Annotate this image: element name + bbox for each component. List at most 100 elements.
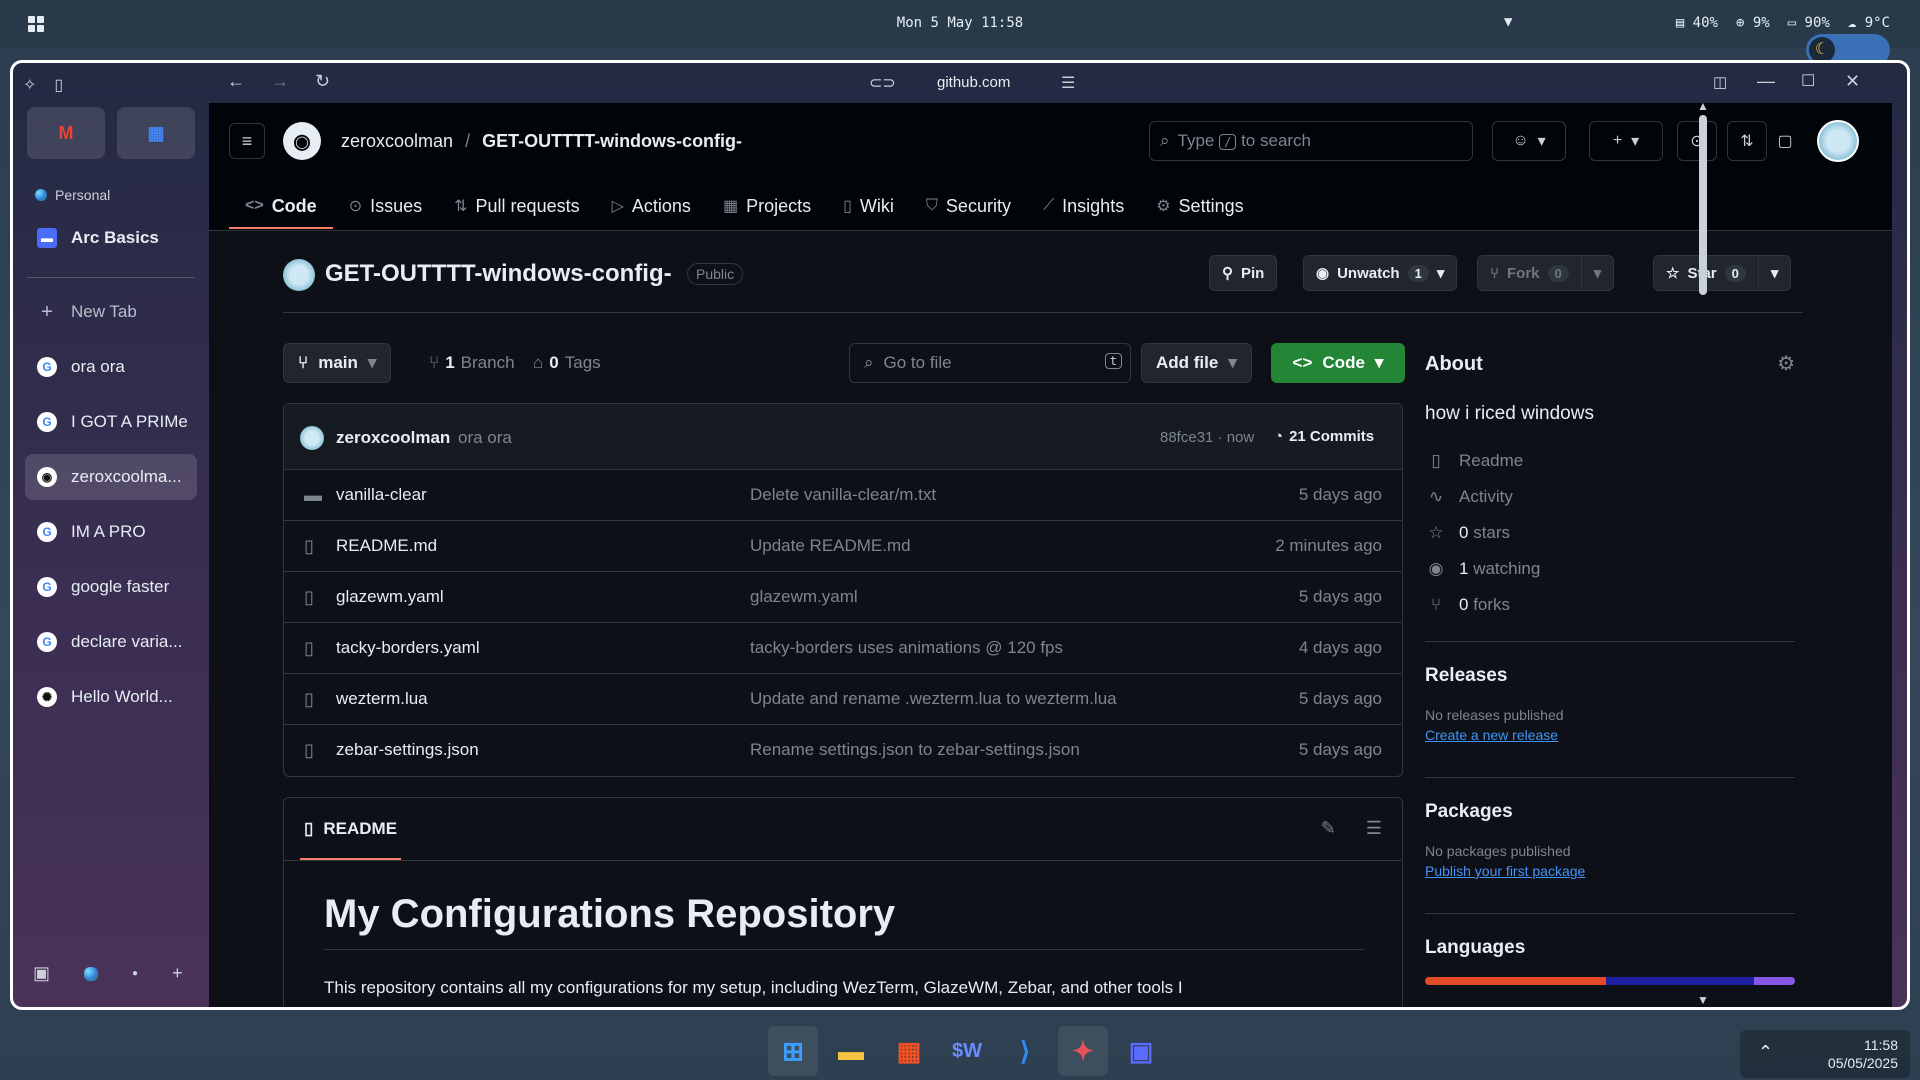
- unwatch-button[interactable]: ◉ Unwatch 1 ▾: [1303, 255, 1458, 291]
- table-row[interactable]: ▯ zebar-settings.json Rename settings.js…: [284, 725, 1402, 776]
- tab-settings[interactable]: ⚙ Settings: [1140, 183, 1259, 229]
- fork-button[interactable]: ⑂ Fork 0 ▾: [1477, 255, 1615, 291]
- gear-icon[interactable]: ⚙: [1777, 351, 1795, 376]
- file-name[interactable]: glazewm.yaml: [336, 587, 444, 607]
- url-bar[interactable]: github.com: [937, 74, 1010, 91]
- close-icon[interactable]: ✕: [1845, 71, 1860, 92]
- branch-selector[interactable]: ⑂ main ▾: [283, 343, 392, 383]
- add-file-button[interactable]: Add file ▾: [1141, 343, 1252, 383]
- github-logo-icon[interactable]: ◉: [283, 122, 321, 160]
- space-label[interactable]: Personal: [35, 187, 110, 203]
- publish-package-link[interactable]: Publish your first package: [1425, 863, 1585, 879]
- branches-link[interactable]: ⑂ 1 Branch: [429, 353, 515, 373]
- releases-heading[interactable]: Releases: [1425, 665, 1507, 687]
- arc-browser-app[interactable]: ✦: [1058, 1026, 1108, 1076]
- sidebar-tab-ora-ora[interactable]: G ora ora: [25, 344, 197, 390]
- go-to-file-input[interactable]: ⌕ Go to file t: [849, 343, 1131, 383]
- pin-button[interactable]: ⚲ Pin: [1209, 255, 1278, 291]
- user-avatar[interactable]: [1817, 120, 1859, 162]
- file-name[interactable]: vanilla-clear: [336, 485, 427, 505]
- file-commit-message[interactable]: Delete vanilla-clear/m.txt: [750, 485, 936, 505]
- sidebar-tab-declare-variable[interactable]: G declare varia...: [25, 619, 197, 665]
- copy-link-icon[interactable]: ⊂⊃: [869, 73, 896, 93]
- file-name[interactable]: zebar-settings.json: [336, 740, 479, 760]
- pull-requests-button[interactable]: ⇅: [1727, 121, 1767, 161]
- forward-icon[interactable]: →: [271, 71, 289, 92]
- maximize-icon[interactable]: ☐: [1801, 71, 1815, 91]
- search-input[interactable]: ⌕ Type / to search: [1149, 121, 1473, 161]
- table-row[interactable]: ▯ glazewm.yaml glazewm.yaml 5 days ago: [284, 572, 1402, 623]
- scroll-up-icon[interactable]: ▲: [1697, 99, 1709, 113]
- sidebar-tab-google-faster[interactable]: G google faster: [25, 564, 197, 610]
- table-row[interactable]: ▬ vanilla-clear Delete vanilla-clear/m.t…: [284, 470, 1402, 521]
- forks-link[interactable]: ⑂ 0 forks: [1425, 595, 1510, 615]
- tab-projects[interactable]: ▦ Projects: [707, 183, 827, 229]
- inbox-button[interactable]: ▢: [1765, 121, 1805, 161]
- tab-pull-requests[interactable]: ⇅ Pull requests: [438, 183, 595, 229]
- commits-link[interactable]: ◔ 21 Commits: [1274, 428, 1374, 445]
- space-dot-icon[interactable]: ●: [132, 968, 138, 979]
- tab-insights[interactable]: ⟋ Insights: [1027, 183, 1140, 229]
- commit-author[interactable]: zeroxcoolman: [336, 428, 450, 448]
- file-commit-message[interactable]: tacky-borders uses animations @ 120 fps: [750, 638, 1063, 658]
- scroll-down-icon[interactable]: ▼: [1697, 993, 1709, 1007]
- wifi-icon[interactable]: ▼: [1504, 14, 1512, 30]
- table-row[interactable]: ▯ wezterm.lua Update and rename .wezterm…: [284, 674, 1402, 725]
- arc-logo-icon[interactable]: ✧: [23, 75, 36, 95]
- file-name[interactable]: README.md: [336, 536, 437, 556]
- packages-heading[interactable]: Packages: [1425, 801, 1513, 823]
- copilot-button[interactable]: ☺ ▾: [1492, 121, 1566, 161]
- add-space-icon[interactable]: +: [172, 963, 183, 984]
- pinned-folder-arc-basics[interactable]: ▬ Arc Basics: [25, 215, 197, 261]
- create-new-button[interactable]: + ▾: [1589, 121, 1663, 161]
- tab-wiki[interactable]: ▯ Wiki: [827, 183, 910, 229]
- scrollbar-thumb[interactable]: [1699, 115, 1707, 295]
- file-commit-message[interactable]: glazewm.yaml: [750, 587, 858, 607]
- file-commit-message[interactable]: Update and rename .wezterm.lua to wezter…: [750, 689, 1117, 709]
- menu-button[interactable]: ≡: [229, 123, 265, 159]
- breadcrumb-repo[interactable]: GET-OUTTTT-windows-config-: [482, 131, 742, 152]
- outline-icon[interactable]: ☰: [1366, 818, 1382, 839]
- create-release-link[interactable]: Create a new release: [1425, 727, 1558, 743]
- readme-link[interactable]: ▯ Readme: [1425, 451, 1523, 471]
- sidebar-toggle-icon[interactable]: ▯: [54, 75, 63, 95]
- table-row[interactable]: ▯ tacky-borders.yaml tacky-borders uses …: [284, 623, 1402, 674]
- tab-code[interactable]: <> Code: [229, 183, 333, 229]
- split-view-icon[interactable]: ◫: [1713, 73, 1727, 91]
- wallpaper-app[interactable]: $W: [942, 1026, 992, 1076]
- site-controls-icon[interactable]: ☰: [1061, 73, 1075, 93]
- tray-expand-icon[interactable]: ⌃: [1758, 1042, 1773, 1063]
- table-row[interactable]: ▯ README.md Update README.md 2 minutes a…: [284, 521, 1402, 572]
- space-switcher-icon[interactable]: [84, 966, 99, 981]
- code-button[interactable]: <> Code ▾: [1271, 343, 1405, 383]
- file-explorer-app[interactable]: ▬: [826, 1026, 876, 1076]
- vscode-app[interactable]: ⟩: [1000, 1026, 1050, 1076]
- store-app[interactable]: ▦: [884, 1026, 934, 1076]
- page-scrollbar[interactable]: ▲ ▼: [1696, 99, 1710, 1007]
- activity-link[interactable]: ∿ Activity: [1425, 487, 1513, 507]
- file-name[interactable]: wezterm.lua: [336, 689, 428, 709]
- breadcrumb-owner[interactable]: zeroxcoolman: [341, 131, 453, 152]
- readme-tab[interactable]: ▯ README: [300, 798, 402, 860]
- repo-title[interactable]: GET-OUTTTT-windows-config-: [325, 260, 672, 288]
- calendar-favorite[interactable]: ▦: [117, 107, 195, 159]
- tab-actions[interactable]: ▷ Actions: [596, 183, 707, 229]
- edit-icon[interactable]: ✎: [1321, 818, 1336, 839]
- tab-issues[interactable]: ⊙ Issues: [333, 183, 438, 229]
- file-commit-message[interactable]: Update README.md: [750, 536, 911, 556]
- gmail-favorite[interactable]: M: [27, 107, 105, 159]
- reload-icon[interactable]: ↻: [315, 71, 330, 92]
- watching-link[interactable]: ◉ 1 watching: [1425, 559, 1541, 579]
- commit-hash[interactable]: 88fce31 · now: [1160, 429, 1254, 446]
- sidebar-tab-im-a-pro[interactable]: G IM A PRO: [25, 509, 197, 555]
- extra-app[interactable]: ▣: [1116, 1026, 1166, 1076]
- sidebar-tab-hello-world[interactable]: ✺ Hello World...: [25, 674, 197, 720]
- star-button[interactable]: ☆Star0 ▾: [1653, 255, 1792, 291]
- tray-clock[interactable]: 11:58 05/05/2025: [1828, 1036, 1898, 1072]
- file-commit-message[interactable]: Rename settings.json to zebar-settings.j…: [750, 740, 1080, 760]
- minimize-icon[interactable]: —: [1757, 71, 1775, 92]
- sidebar-tab-github[interactable]: ◉ zeroxcoolma...: [25, 454, 197, 500]
- start-button[interactable]: ⊞: [768, 1026, 818, 1076]
- sidebar-tab-i-got-a-prime[interactable]: G I GOT A PRIMe: [25, 399, 197, 445]
- commit-message[interactable]: ora ora: [458, 428, 512, 448]
